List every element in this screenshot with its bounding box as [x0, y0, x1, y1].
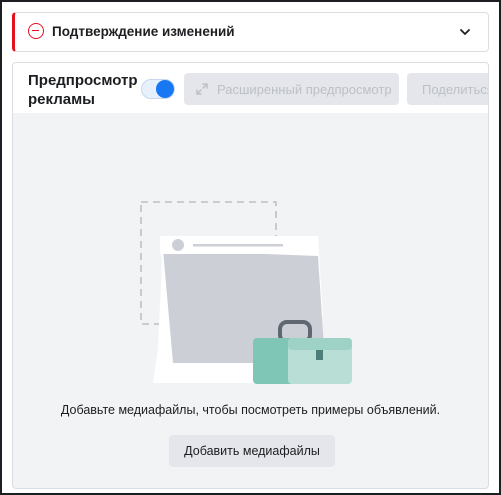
- expand-icon: [196, 83, 208, 95]
- ad-preview-panel: Предпросмотр рекламы Расширенный предпро…: [12, 62, 489, 489]
- paper-base: [171, 363, 258, 383]
- share-button[interactable]: Поделиться: [407, 73, 489, 105]
- window-frame: Подтверждение изменений Предпросмотр рек…: [0, 0, 501, 495]
- paper-dot: [172, 239, 184, 251]
- media-placeholder-illustration: [140, 201, 352, 384]
- minus-circle-icon: [28, 23, 44, 39]
- confirm-changes-title: Подтверждение изменений: [52, 24, 235, 39]
- case-front-top: [288, 338, 352, 350]
- ad-preview-label-line1: Предпросмотр: [28, 72, 138, 89]
- advanced-preview-button[interactable]: Расширенный предпросмотр: [184, 73, 399, 105]
- add-media-button[interactable]: Добавить медиафайлы: [169, 435, 335, 467]
- case-lock: [316, 350, 323, 360]
- ad-preview-label: Предпросмотр рекламы: [28, 71, 148, 109]
- paper-line: [193, 244, 283, 247]
- chevron-down-icon[interactable]: [458, 25, 472, 39]
- preview-header: Предпросмотр рекламы Расширенный предпро…: [13, 63, 488, 113]
- toggle-knob: [156, 80, 174, 98]
- share-label: Поделиться: [422, 81, 489, 97]
- advanced-preview-label: Расширенный предпросмотр: [217, 81, 392, 97]
- ad-preview-label-line2: рекламы: [28, 91, 95, 108]
- empty-state-message: Добавьте медиафайлы, чтобы посмотреть пр…: [60, 403, 441, 417]
- ad-preview-toggle[interactable]: [141, 79, 175, 99]
- confirm-changes-section[interactable]: Подтверждение изменений: [12, 12, 489, 52]
